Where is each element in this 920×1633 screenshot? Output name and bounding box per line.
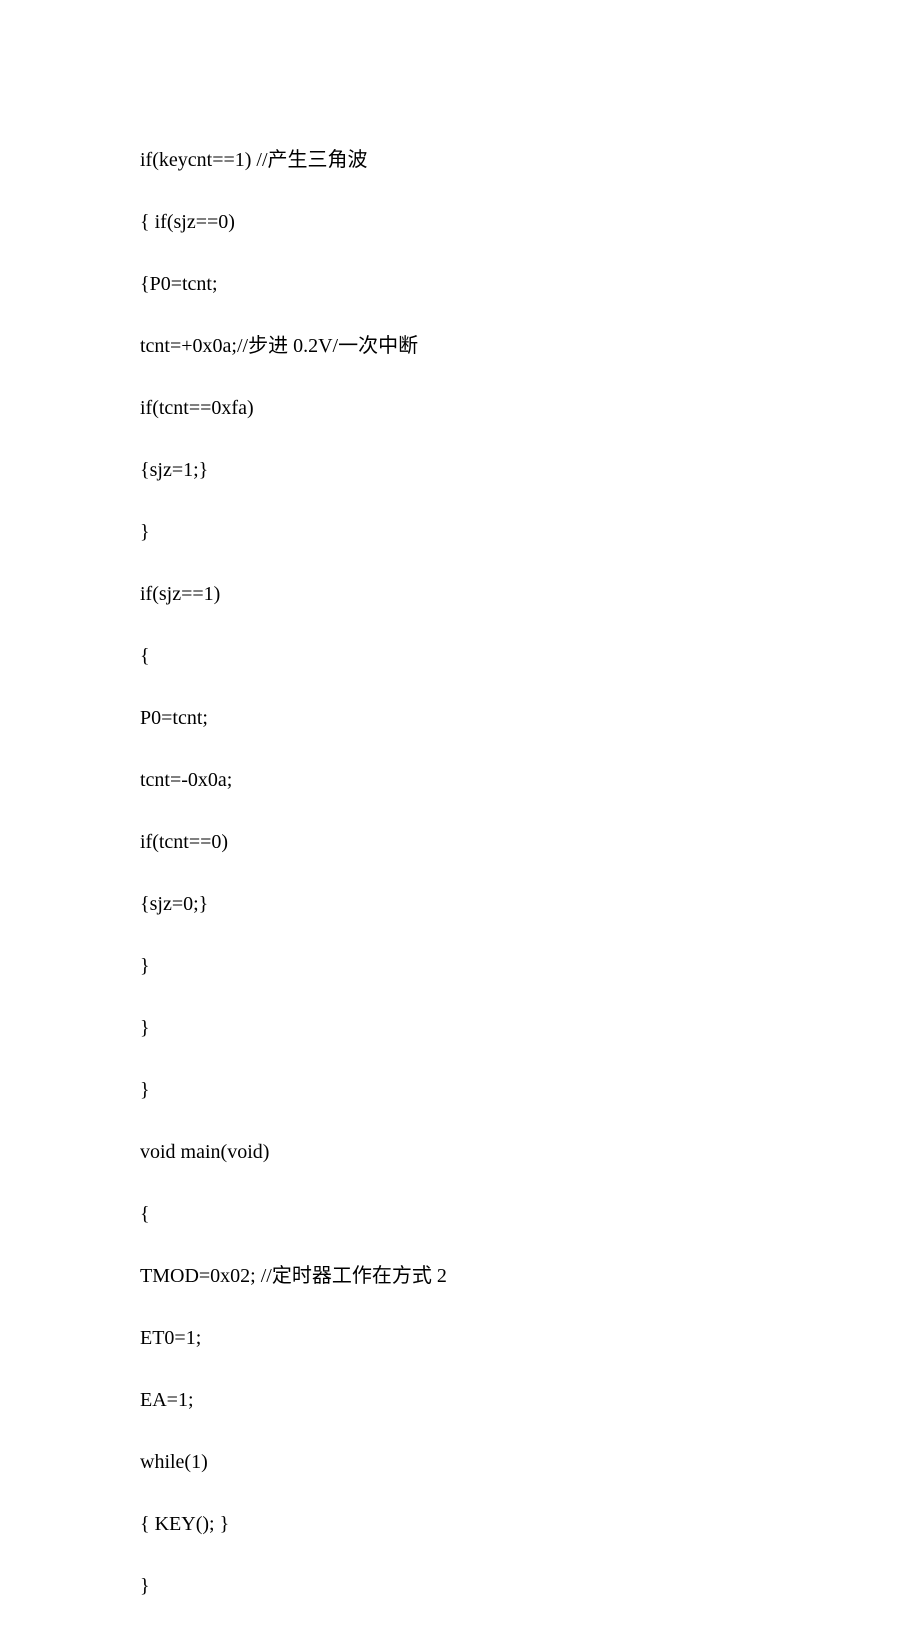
code-line: if(keycnt==1) //产生三角波 (140, 145, 780, 176)
code-line: } (140, 1075, 780, 1106)
code-line: P0=tcnt; (140, 703, 780, 734)
code-line: { (140, 641, 780, 672)
code-line: } (140, 1571, 780, 1602)
code-line: {P0=tcnt; (140, 269, 780, 300)
document-page: if(keycnt==1) //产生三角波 { if(sjz==0) {P0=t… (0, 0, 920, 1633)
code-line: { if(sjz==0) (140, 207, 780, 238)
code-line: while(1) (140, 1447, 780, 1478)
code-line: } (140, 517, 780, 548)
code-line: tcnt=-0x0a; (140, 765, 780, 796)
code-line: void main(void) (140, 1137, 780, 1168)
code-line: } (140, 951, 780, 982)
code-line: if(tcnt==0) (140, 827, 780, 858)
code-line: } (140, 1013, 780, 1044)
code-line: TMOD=0x02; //定时器工作在方式 2 (140, 1261, 780, 1292)
code-line: { KEY(); } (140, 1509, 780, 1540)
code-line: if(tcnt==0xfa) (140, 393, 780, 424)
code-line: EA=1; (140, 1385, 780, 1416)
code-line: {sjz=0;} (140, 889, 780, 920)
code-line: tcnt=+0x0a;//步进 0.2V/一次中断 (140, 331, 780, 362)
code-line: {sjz=1;} (140, 455, 780, 486)
code-line: { (140, 1199, 780, 1230)
code-line: if(sjz==1) (140, 579, 780, 610)
code-line: ET0=1; (140, 1323, 780, 1354)
